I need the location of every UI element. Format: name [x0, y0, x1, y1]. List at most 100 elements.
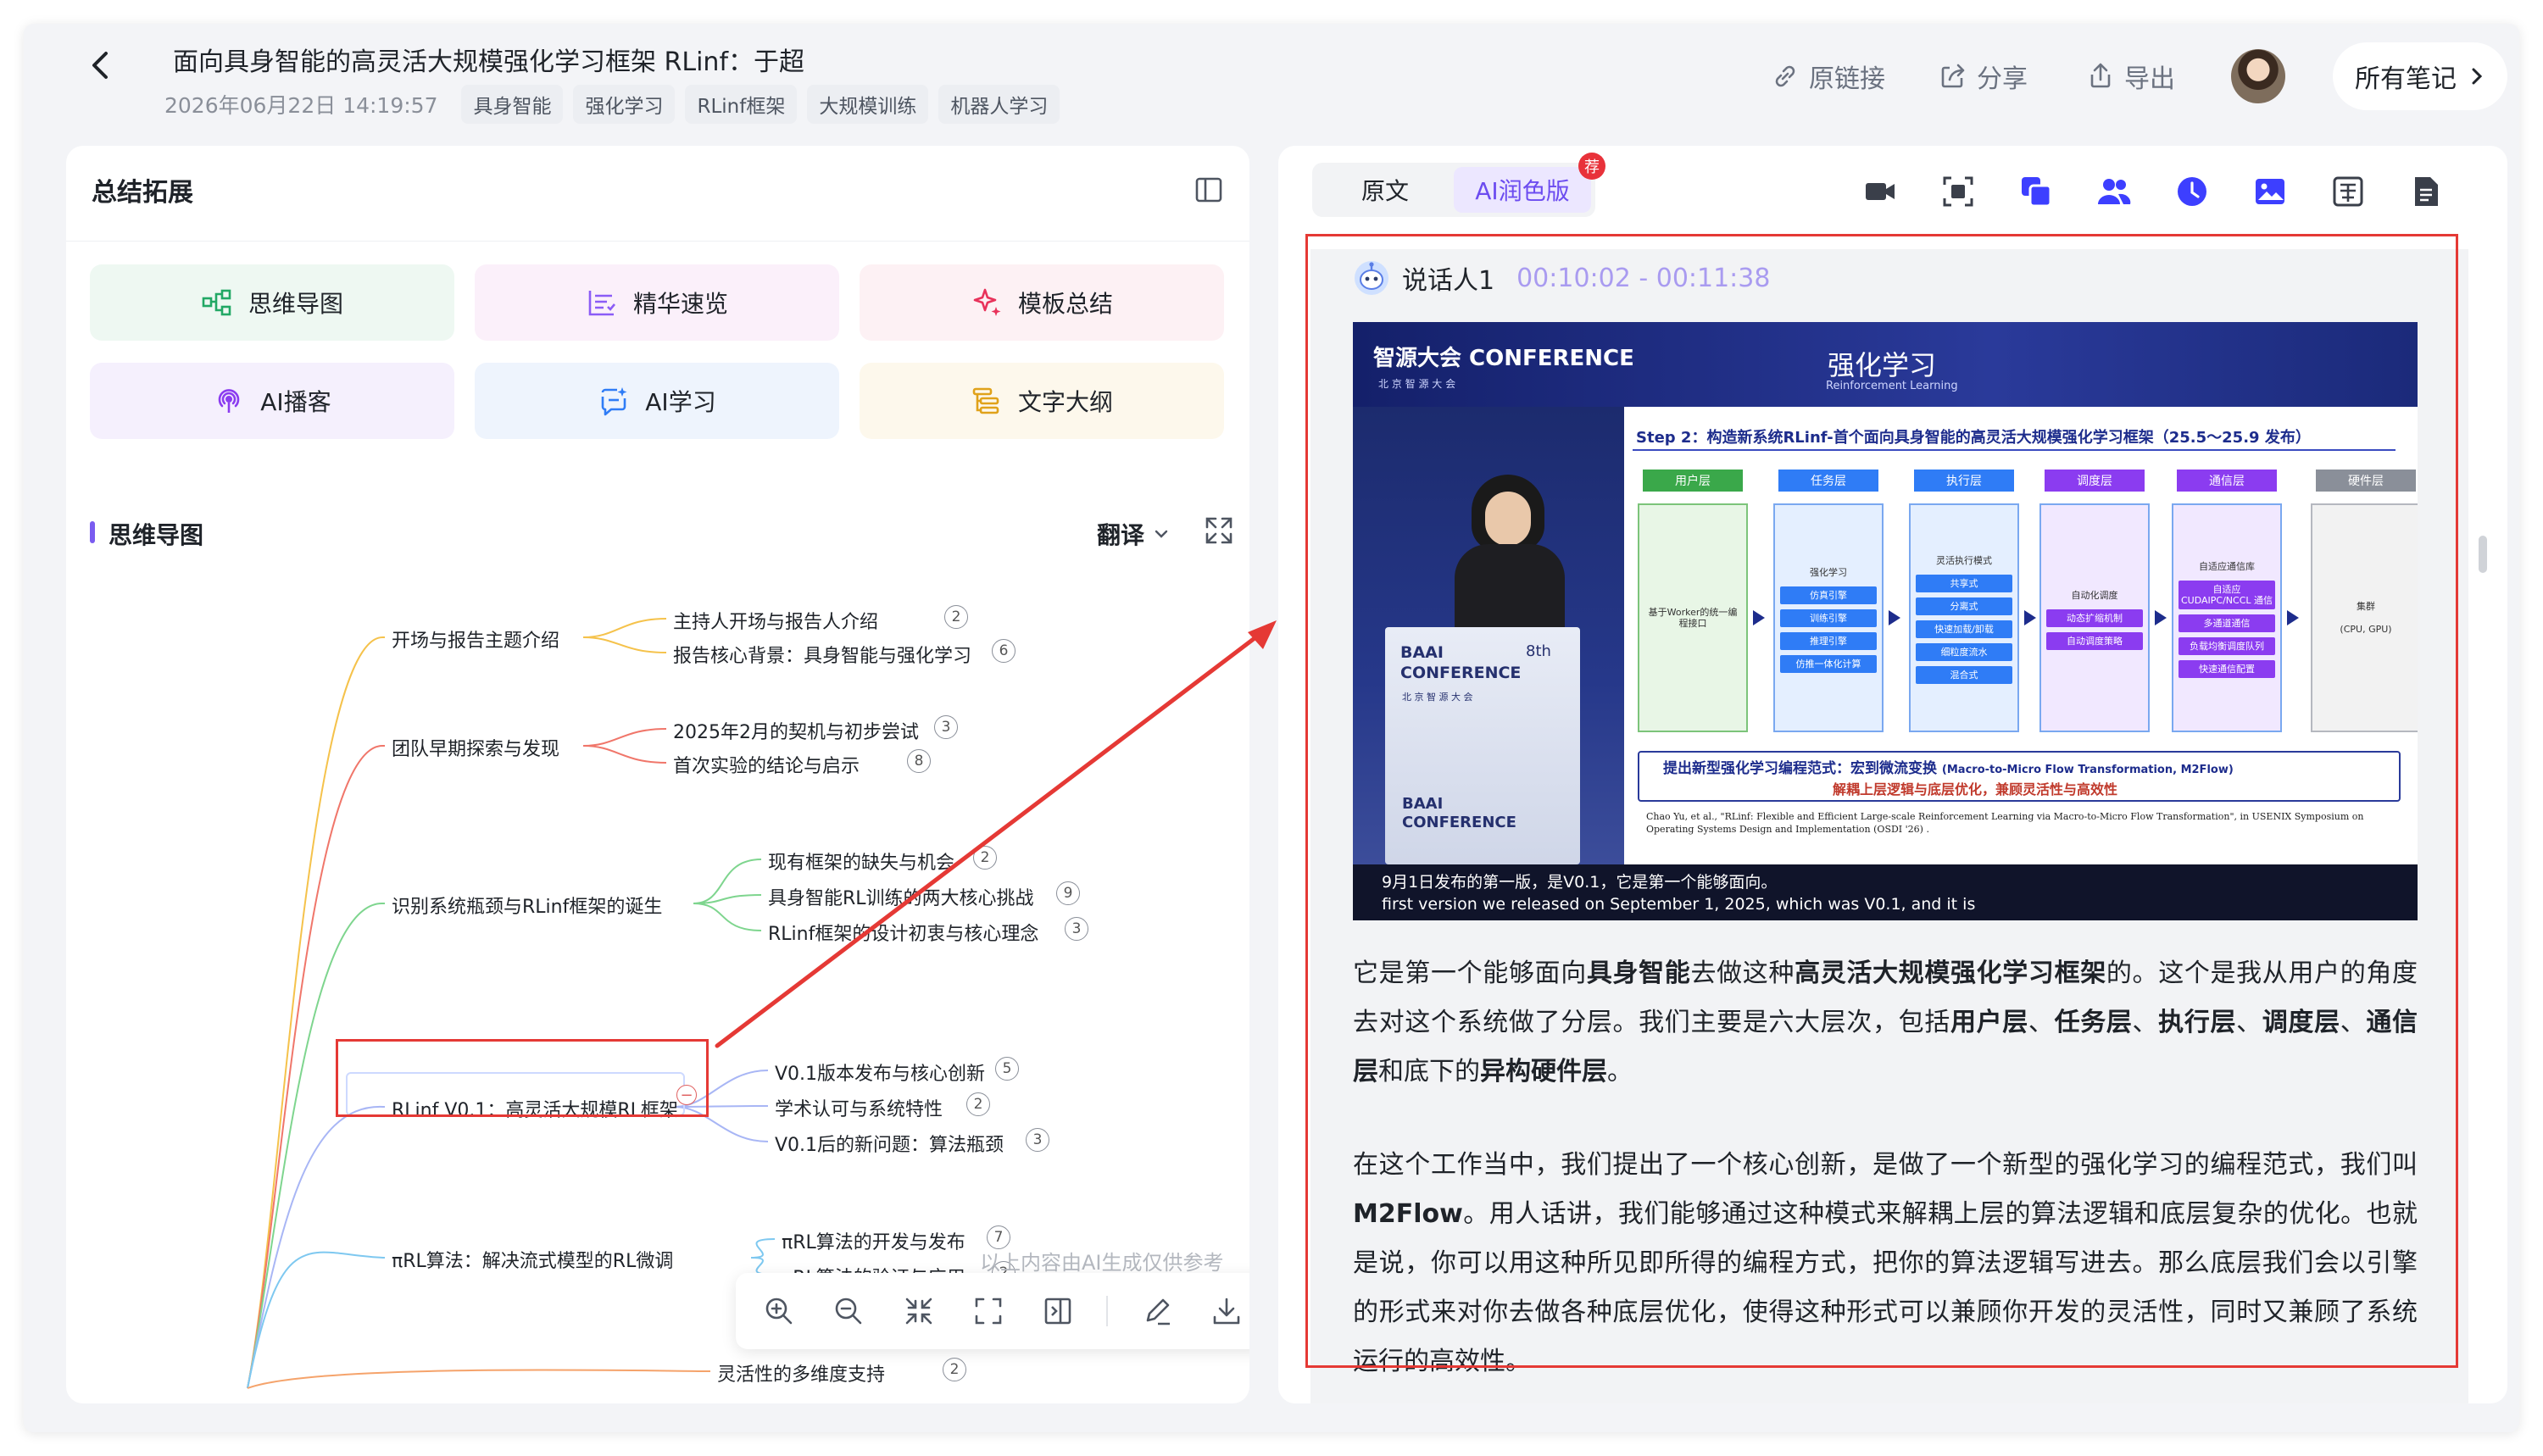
arch-column-header: 用户层: [1643, 470, 1743, 492]
link-icon: [1775, 65, 1795, 87]
arch-column-header: 硬件层: [2316, 470, 2416, 492]
speaker-avatar-icon: [1355, 261, 1388, 295]
mindmap-branch-node[interactable]: 识别系统瓶颈与RLinf框架的诞生: [392, 892, 662, 919]
original-link-button[interactable]: 原链接: [1770, 58, 1885, 95]
mindmap-toolbar: [736, 1273, 1249, 1349]
emphasized-term: 异构硬件层: [1480, 1057, 1607, 1086]
document-button[interactable]: [2406, 171, 2446, 212]
fit-view-button[interactable]: [967, 1290, 1010, 1332]
slide-citation: Chao Yu, et al., "RLinf: Flexible and Ef…: [1646, 811, 2364, 835]
arch-column-body: 自适应通信库 自适应 CUDAIPC/NCCL 通信 多通道通信 负载均衡调度队列 快速…: [2172, 503, 2282, 732]
tag[interactable]: 大规模训练: [807, 85, 929, 124]
arch-item: 集群: [2357, 601, 2375, 612]
chevron-right-icon: [2472, 68, 2483, 85]
all-notes-button[interactable]: 所有笔记: [2333, 42, 2507, 110]
arch-item: 自动化调度: [2071, 589, 2118, 601]
mindmap-child-node[interactable]: πRL算法的开发与发布: [782, 1227, 965, 1254]
tag[interactable]: 强化学习: [573, 85, 676, 124]
export-button[interactable]: 导出: [2085, 58, 2175, 95]
translate-button[interactable]: [2328, 171, 2368, 212]
mindmap-child-node[interactable]: 2025年2月的契机与初步尝试: [673, 717, 919, 744]
video-subtitle-cn: 9月1日发布的第一版，是V0.1，它是第一个能够面向。: [1382, 873, 1778, 892]
share-button[interactable]: 分享: [1938, 58, 2028, 95]
tab-original[interactable]: 原文: [1316, 167, 1454, 213]
podium-subtext: 北 京 智 源 大 会: [1402, 692, 1473, 703]
app-window: 面向具身智能的高灵活大规模强化学习框架 RLinf：于超 2026年06月22日…: [24, 24, 2519, 1432]
mindmap-count-badge: 2: [944, 605, 968, 629]
mindmap-child-node[interactable]: 现有框架的缺失与机会: [768, 847, 954, 875]
pen-icon: [1146, 1298, 1170, 1325]
scrollbar-thumb[interactable]: [2479, 536, 2487, 573]
mindmap-connector: [693, 903, 762, 931]
arch-item: 仿推一体化计算: [1780, 654, 1877, 673]
mindmap-connector: [693, 859, 762, 904]
mindmap-child-node[interactable]: 主持人开场与报告人介绍: [673, 607, 878, 634]
back-button[interactable]: [71, 36, 131, 95]
mindmap-child-node[interactable]: RLinf框架的设计初衷与核心理念: [768, 919, 1038, 946]
zoom-in-button[interactable]: [758, 1290, 800, 1332]
translate-icon: [2333, 176, 2363, 207]
arch-arrow: [1889, 610, 1900, 625]
tab-ai-polished[interactable]: AI润色版: [1454, 167, 1591, 213]
mindmap-child-node[interactable]: 报告核心背景：具身智能与强化学习: [673, 641, 971, 668]
users-icon: [2098, 179, 2131, 204]
mindmap-connector: [247, 902, 385, 1389]
arch-column-header: 通信层: [2177, 470, 2277, 492]
mindmap-child-node[interactable]: 具身智能RL训练的两大核心挑战: [768, 883, 1034, 910]
arch-item: 多通道通信: [2179, 614, 2275, 632]
arch-item: 动态扩缩机制: [2046, 609, 2143, 627]
mindmap-count-badge: 2: [943, 1358, 966, 1381]
mindmap-branch-node[interactable]: 开场与报告主题介绍: [392, 625, 559, 653]
podium-number: 8th: [1526, 642, 1551, 660]
mindmap-child-node[interactable]: V0.1后的新问题：算法瓶颈: [775, 1130, 1004, 1157]
arch-item: 细粒度流水: [1916, 643, 2012, 661]
arch-column-body: 灵活执行模式 共享式 分离式 快速加载/卸载 细粒度流水 混合式: [1909, 503, 2019, 732]
arch-column-header: 调度层: [2045, 470, 2145, 492]
selected-node-highlight: [346, 1072, 685, 1116]
slide-step-rule: [1633, 449, 2396, 451]
mindmap-child-node[interactable]: V0.1版本发布与核心创新: [775, 1059, 985, 1086]
mindmap-connector: [674, 1106, 769, 1142]
arch-item: 自适应通信库: [2199, 561, 2255, 572]
speaker-name: 说话人1: [1402, 266, 1495, 296]
emphasized-term: 任务层: [2054, 1008, 2133, 1037]
mindmap-connector: [582, 636, 667, 653]
arch-column-header: 任务层: [1778, 470, 1878, 492]
download-button[interactable]: [1205, 1290, 1248, 1332]
mindmap-count-badge: 2: [973, 846, 997, 870]
note-datetime: 2026年06月22日 14:19:57: [164, 93, 438, 118]
user-avatar[interactable]: [2231, 49, 2285, 103]
copy-button[interactable]: [2016, 171, 2056, 212]
arch-item: 训练引擎: [1780, 609, 1877, 627]
mindmap-branch-node[interactable]: 团队早期探索与发现: [392, 734, 559, 761]
view-tabs: 原文 AI润色版: [1312, 163, 1595, 217]
speakers-button[interactable]: [2094, 171, 2134, 212]
panel-icon: [1044, 1298, 1071, 1325]
mindmap-child-node[interactable]: 灵活性的多维度支持: [717, 1359, 885, 1387]
image-button[interactable]: [2250, 171, 2290, 212]
screenshot-button[interactable]: [1938, 171, 1978, 212]
mindmap-child-node[interactable]: 学术认可与系统特性: [775, 1094, 943, 1121]
tag[interactable]: 机器人学习: [938, 85, 1060, 124]
edit-button[interactable]: [1136, 1290, 1178, 1332]
tag[interactable]: 具身智能: [461, 85, 564, 124]
side-panel-button[interactable]: [1037, 1290, 1079, 1332]
emphasized-term: M2Flow: [1353, 1199, 1463, 1229]
export-label: 导出: [2124, 64, 2175, 94]
arch-item: 强化学习: [1810, 566, 1847, 578]
speaker-timestamp[interactable]: 00:10:02 - 00:11:38: [1516, 264, 1770, 293]
mindmap-child-node[interactable]: 首次实验的结论与启示: [673, 751, 860, 778]
video-frame-image[interactable]: 智源大会 CONFERENCE 北 京 智 源 大 会 强化学习 Reinfor…: [1353, 322, 2418, 920]
collapse-button[interactable]: [898, 1290, 940, 1332]
expand-node-icon[interactable]: −: [676, 1085, 697, 1105]
mindmap-branch-node[interactable]: πRL算法：解决流式模型的RL微调: [392, 1246, 673, 1273]
slide-logo-text: 智源大会 CONFERENCE: [1373, 346, 1634, 371]
podium-lower-brand: BAAI CONFERENCE: [1402, 795, 1516, 831]
zoom-out-button[interactable]: [827, 1290, 870, 1332]
tag[interactable]: RLinf框架: [685, 85, 798, 124]
speaker-row: 说话人1 00:10:02 - 00:11:38: [1353, 259, 1770, 297]
timeline-button[interactable]: [2172, 171, 2212, 212]
all-notes-label: 所有笔记: [2355, 64, 2457, 94]
emphasized-term: 具身智能: [1586, 959, 1691, 988]
video-button[interactable]: [1860, 171, 1900, 212]
